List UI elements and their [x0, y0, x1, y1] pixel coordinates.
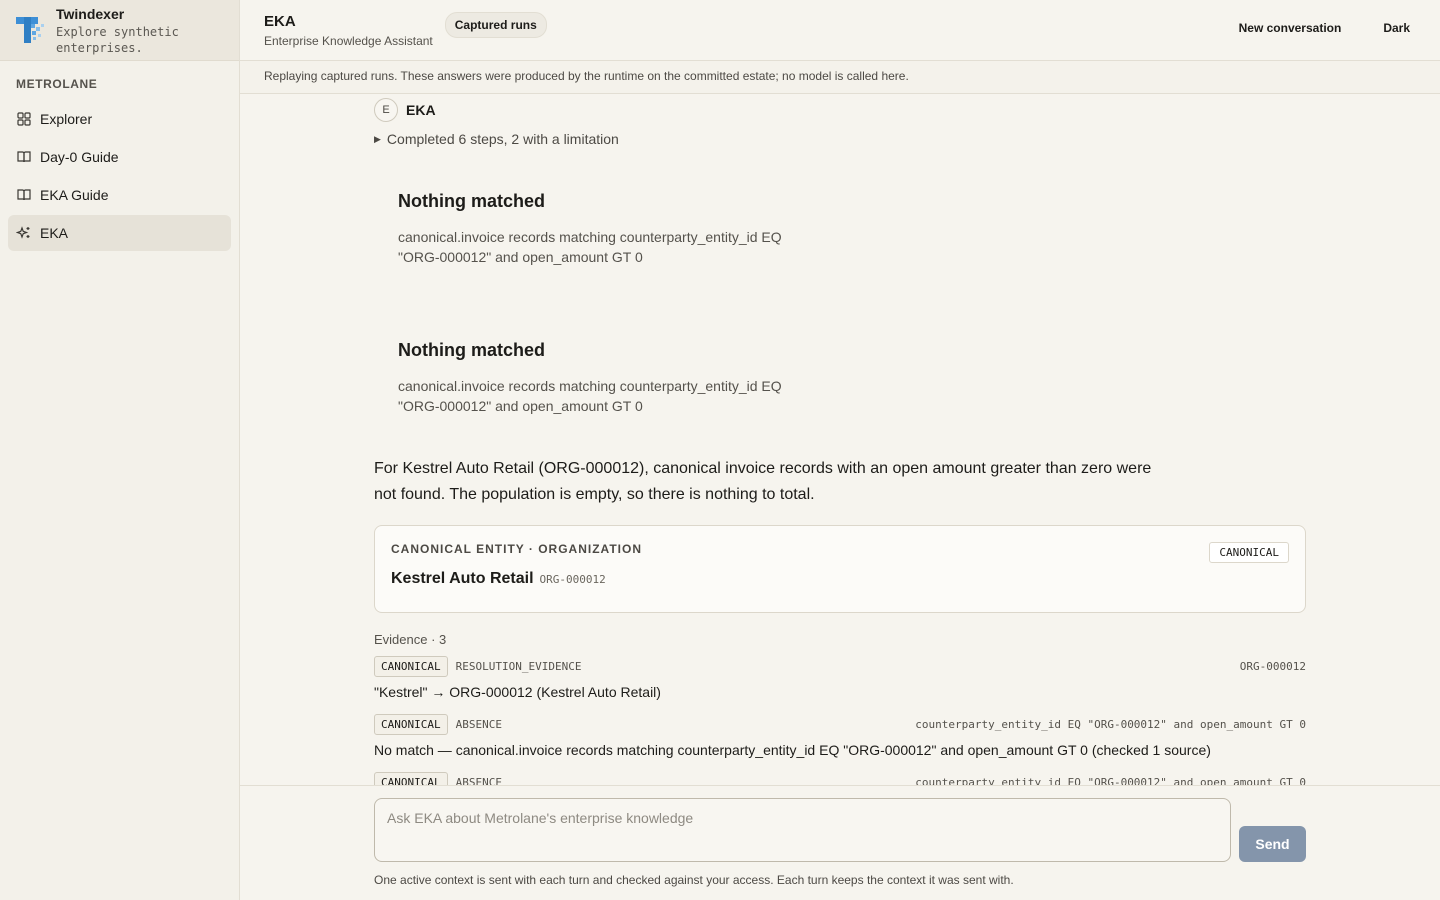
book-icon [16, 149, 32, 165]
result-body: canonical.invoice records matching count… [398, 229, 782, 265]
result-title: Nothing matched [398, 191, 545, 211]
composer-footnote: One active context is sent with each tur… [374, 873, 1014, 887]
sidebar-item-explorer[interactable]: Explorer [8, 101, 231, 137]
header-actions: New conversation Dark [1239, 21, 1410, 35]
sidebar-item-eka[interactable]: EKA [8, 215, 231, 251]
evidence-kind: RESOLUTION_EVIDENCE [455, 659, 582, 673]
send-button[interactable]: Send [1239, 826, 1306, 862]
evidence-item: CANONICAL RESOLUTION_EVIDENCE ORG-000012… [374, 655, 1306, 700]
brand-tagline: Explore synthetic enterprises. [56, 25, 179, 55]
main-panel: EKA Enterprise Knowledge Assistant Captu… [240, 0, 1440, 900]
page-title: EKA [264, 12, 296, 30]
evidence-item: CANONICAL ABSENCE counterparty_entity_id… [374, 713, 1306, 758]
sidebar: Twindexer Explore synthetic enterprises.… [0, 0, 240, 900]
page-subtitle: Enterprise Knowledge Assistant [264, 33, 433, 48]
sidebar-item-day0-guide[interactable]: Day-0 Guide [8, 139, 231, 175]
evidence-tag: CANONICAL [374, 771, 448, 785]
sidebar-item-label: EKA [40, 225, 69, 241]
conversation-thread[interactable]: E EKA ▶ Completed 6 steps, 2 with a limit… [374, 95, 1306, 785]
answer-text: For Kestrel Auto Retail (ORG-000012), ca… [374, 460, 1152, 503]
org-label: METROLANE [16, 77, 98, 91]
evidence-tag: CANONICAL [374, 713, 448, 735]
grid-icon [16, 111, 32, 127]
sidebar-item-label: EKA Guide [40, 187, 109, 203]
sidebar-nav: Explorer Day-0 Guide EKA Guide EKA [0, 101, 239, 251]
evidence-heading: Evidence · 3 [374, 632, 447, 647]
evidence-tag: CANONICAL [374, 655, 448, 677]
agent-name: EKA [406, 102, 436, 118]
entity-card[interactable]: CANONICAL ENTITY · ORGANIZATION CANONICA… [374, 525, 1306, 613]
new-conversation-button[interactable]: New conversation [1239, 21, 1342, 35]
sidebar-item-label: Day-0 Guide [40, 149, 119, 165]
evidence-item: CANONICAL ABSENCE counterparty_entity_id… [374, 771, 1306, 786]
evidence-ref: counterparty_entity_id EQ "ORG-000012" a… [915, 717, 1306, 731]
canonical-badge: CANONICAL [1209, 542, 1289, 563]
evidence-text: "Kestrel" → ORG-000012 (Kestrel Auto Ret… [374, 684, 661, 700]
message-input[interactable]: Ask EKA about Metrolane's enterprise kno… [374, 798, 1231, 862]
steps-summary: Completed 6 steps, 2 with a limitation [386, 131, 619, 147]
entity-name-row: Kestrel Auto Retail ORG-000012 [391, 570, 1289, 588]
composer-area: Ask EKA about Metrolane's enterprise kno… [240, 785, 1440, 900]
entity-id: ORG-000012 [539, 573, 606, 586]
entity-card-eyebrow: CANONICAL ENTITY · ORGANIZATION [391, 542, 642, 556]
avatar: E [374, 98, 398, 122]
result-block: Nothing matched canonical.invoice record… [398, 191, 1306, 267]
sidebar-item-label: Explorer [40, 111, 93, 127]
agent-header: E EKA [374, 98, 1306, 122]
page-header: EKA Enterprise Knowledge Assistant Captu… [240, 0, 1440, 61]
result-body: canonical.invoice records matching count… [398, 378, 782, 414]
steps-disclosure[interactable]: ▶ Completed 6 steps, 2 with a limitation [374, 131, 1306, 147]
sidebar-item-eka-guide[interactable]: EKA Guide [8, 177, 231, 213]
evidence-ref: ORG-000012 [1239, 659, 1306, 673]
result-title: Nothing matched [398, 340, 545, 360]
evidence-kind: ABSENCE [455, 717, 502, 731]
evidence-ref: counterparty_entity_id EQ "ORG-000012" a… [915, 775, 1306, 786]
replay-notice: Replaying captured runs. These answers w… [240, 61, 1440, 94]
sparkle-icon [16, 225, 32, 241]
entity-name: Kestrel Auto Retail [391, 570, 534, 587]
evidence-kind: ABSENCE [455, 775, 502, 786]
twindexer-logo-icon [16, 17, 44, 43]
caret-right-icon: ▶ [374, 134, 381, 144]
theme-toggle-button[interactable]: Dark [1383, 21, 1410, 35]
book-icon [16, 187, 32, 203]
result-block: Nothing matched canonical.invoice record… [398, 340, 1306, 416]
brand-header[interactable]: Twindexer Explore synthetic enterprises. [0, 0, 239, 61]
captured-runs-badge: Captured runs [444, 12, 547, 38]
evidence-text: No match — canonical.invoice records mat… [374, 742, 1211, 758]
brand-name: Twindexer [56, 6, 125, 22]
